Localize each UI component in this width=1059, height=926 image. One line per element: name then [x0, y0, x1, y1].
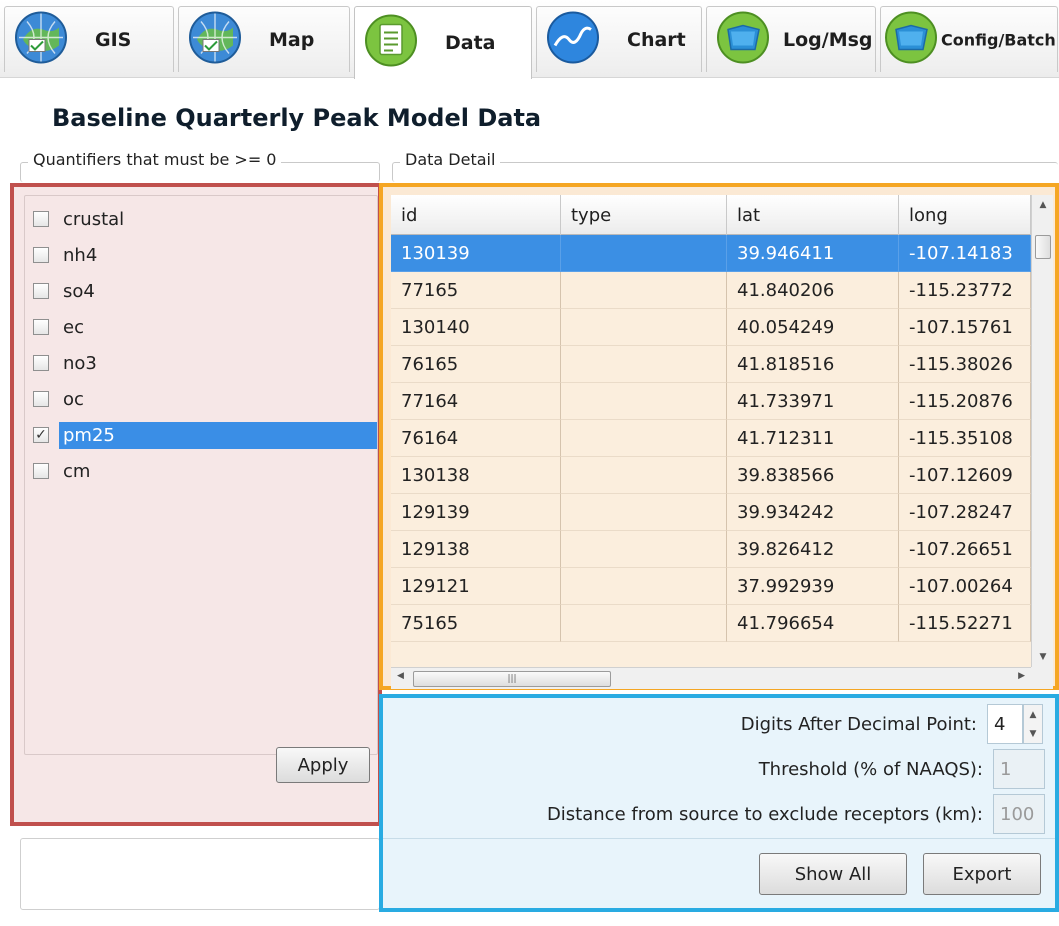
folder-icon [883, 9, 939, 70]
table-row[interactable]: 129138 39.826412 -107.26651 [391, 531, 1031, 568]
quantifiers-list: crustal nh4 so4 ec no3 oc ✓ pm25 cm [24, 195, 378, 755]
scroll-corner [1031, 667, 1053, 689]
threshold-row: Threshold (% of NAAQS): 1 [759, 749, 1045, 789]
digits-label: Digits After Decimal Point: [740, 713, 977, 735]
data-detail-panel: id type lat long 130139 39.946411 -107.1… [379, 183, 1059, 690]
document-icon [363, 13, 419, 74]
checkbox-checked[interactable]: ✓ [33, 427, 49, 443]
table-row[interactable]: 77165 41.840206 -115.23772 [391, 272, 1031, 309]
folder-icon [715, 9, 771, 70]
threshold-field[interactable]: 1 [993, 749, 1045, 789]
column-header-lat[interactable]: lat [727, 195, 899, 235]
export-button[interactable]: Export [923, 853, 1041, 895]
apply-button[interactable]: Apply [276, 747, 370, 783]
quantifiers-legend: Quantifiers that must be >= 0 [28, 150, 282, 169]
tab-bar: GIS Map Data Chart Log/Msg Config/Batch [0, 0, 1059, 79]
spin-down-icon[interactable]: ▼ [1024, 724, 1042, 743]
quantifier-cm[interactable]: cm [33, 454, 377, 488]
quantifier-so4[interactable]: so4 [33, 274, 377, 308]
table-row[interactable]: 76165 41.818516 -115.38026 [391, 346, 1031, 383]
table-row[interactable]: 75165 41.796654 -115.52271 [391, 605, 1031, 642]
table-row[interactable]: 130138 39.838566 -107.12609 [391, 457, 1031, 494]
divider [383, 838, 1055, 839]
status-box [20, 838, 380, 910]
column-header-id[interactable]: id [391, 195, 561, 235]
globe-icon [13, 9, 69, 70]
quantifiers-panel: crustal nh4 so4 ec no3 oc ✓ pm25 cm Appl… [10, 183, 382, 826]
spin-up-icon[interactable]: ▲ [1024, 705, 1042, 724]
grid-header: id type lat long [391, 195, 1031, 235]
scroll-down-icon[interactable]: ▼ [1032, 647, 1053, 667]
data-detail-legend: Data Detail [400, 150, 501, 169]
horizontal-scrollbar[interactable]: ◀ ||| ▶ [391, 667, 1031, 689]
column-header-long[interactable]: long [899, 195, 1031, 235]
quantifier-pm25[interactable]: ✓ pm25 [33, 418, 377, 452]
column-header-type[interactable]: type [561, 195, 727, 235]
distance-field[interactable]: 100 [993, 794, 1045, 834]
quantifier-crustal[interactable]: crustal [33, 202, 377, 236]
quantifier-oc[interactable]: oc [33, 382, 377, 416]
checkbox[interactable] [33, 391, 49, 407]
settings-panel: Digits After Decimal Point: 4 ▲ ▼ Thresh… [379, 694, 1059, 912]
digits-row: Digits After Decimal Point: 4 ▲ ▼ [741, 704, 1043, 744]
tab-gis[interactable]: GIS [4, 6, 174, 72]
data-grid: id type lat long 130139 39.946411 -107.1… [391, 195, 1053, 689]
tab-log-msg[interactable]: Log/Msg [706, 6, 876, 72]
page-title: Baseline Quarterly Peak Model Data [52, 104, 542, 132]
scroll-thumb[interactable]: ||| [413, 671, 611, 687]
tab-data[interactable]: Data [354, 6, 532, 79]
checkbox[interactable] [33, 355, 49, 371]
quantifier-nh4[interactable]: nh4 [33, 238, 377, 272]
tab-map[interactable]: Map [178, 6, 350, 72]
scroll-up-icon[interactable]: ▲ [1032, 195, 1053, 215]
show-all-button[interactable]: Show All [759, 853, 907, 895]
globe-icon [187, 9, 243, 70]
digits-stepper[interactable]: 4 [987, 704, 1023, 744]
checkbox[interactable] [33, 319, 49, 335]
table-row[interactable]: 129139 39.934242 -107.28247 [391, 494, 1031, 531]
table-row[interactable]: 77164 41.733971 -115.20876 [391, 383, 1031, 420]
quantifier-ec[interactable]: ec [33, 310, 377, 344]
table-row[interactable]: 76164 41.712311 -115.35108 [391, 420, 1031, 457]
table-row[interactable]: 130139 39.946411 -107.14183 [391, 235, 1031, 272]
table-row[interactable]: 130140 40.054249 -107.15761 [391, 309, 1031, 346]
scroll-thumb[interactable] [1035, 235, 1051, 259]
checkbox[interactable] [33, 247, 49, 263]
table-row[interactable]: 129121 37.992939 -107.00264 [391, 568, 1031, 605]
spinner[interactable]: ▲ ▼ [1023, 704, 1043, 744]
grid-body: 130139 39.946411 -107.14183 77165 41.840… [391, 235, 1031, 642]
chart-icon [545, 9, 601, 70]
threshold-label: Threshold (% of NAAQS): [758, 758, 983, 780]
checkbox[interactable] [33, 211, 49, 227]
checkbox[interactable] [33, 463, 49, 479]
distance-label: Distance from source to exclude receptor… [546, 803, 983, 825]
vertical-scrollbar[interactable]: ▲ ▼ [1031, 195, 1053, 667]
scroll-right-icon[interactable]: ▶ [1018, 671, 1025, 681]
tab-config-batch[interactable]: Config/Batch [880, 6, 1058, 72]
distance-row: Distance from source to exclude receptor… [547, 794, 1045, 834]
checkbox[interactable] [33, 283, 49, 299]
tab-chart[interactable]: Chart [536, 6, 702, 72]
scroll-left-icon[interactable]: ◀ [397, 671, 404, 681]
quantifier-no3[interactable]: no3 [33, 346, 377, 380]
